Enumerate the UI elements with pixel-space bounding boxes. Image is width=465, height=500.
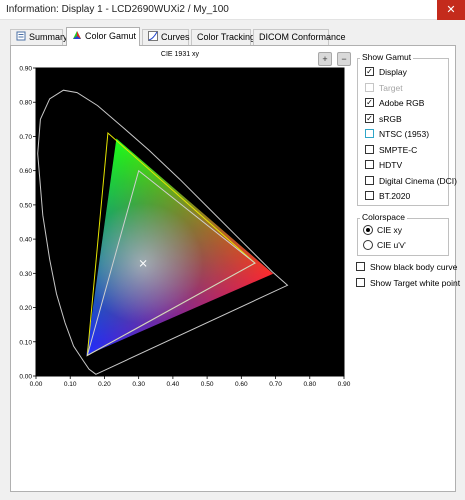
checkbox-unchecked-icon xyxy=(365,160,374,169)
radio-unselected-icon xyxy=(363,240,373,250)
checkbox-checked-icon: ✓ xyxy=(365,98,374,107)
checkbox-unchecked-icon xyxy=(365,129,374,138)
checkbox-label: Show Target white point xyxy=(370,278,461,288)
show-gamut-title: Show Gamut xyxy=(360,52,414,62)
checkbox-label: SMPTE-C xyxy=(379,144,418,155)
tab-label: Curves xyxy=(161,32,190,42)
tab-label: Color Tracking xyxy=(197,32,256,42)
checkbox-unchecked-icon xyxy=(365,82,374,92)
close-icon: ✕ xyxy=(446,4,456,16)
zoom-in-icon: + xyxy=(322,54,328,64)
checkbox-label: sRGB xyxy=(379,113,402,124)
radio-label: CIE xy xyxy=(377,225,403,235)
checkbox-label: NTSC (1953) xyxy=(379,129,430,139)
zoom-in-button[interactable]: + xyxy=(318,52,332,66)
checkbox-unchecked-icon xyxy=(356,278,365,287)
checkbox-unchecked-icon xyxy=(356,262,365,271)
checkbox-unchecked-icon xyxy=(365,191,374,200)
tab-label: DICOM Conformance xyxy=(259,32,346,42)
summary-icon xyxy=(16,31,26,41)
checkbox-unchecked-icon xyxy=(365,144,374,154)
checkbox-label: HDTV xyxy=(379,160,403,170)
checkbox-label: Show black body curve xyxy=(370,262,458,272)
tab-label: Summary xyxy=(29,32,68,42)
tab-summary[interactable]: Summary xyxy=(10,29,68,45)
window-title: Information: Display 1 - LCD2690WUXi2 / … xyxy=(6,4,229,15)
checkbox-label: Target xyxy=(379,82,403,93)
checkbox-label: Display xyxy=(379,67,407,77)
radio-label: CIE u'v' xyxy=(377,240,406,250)
title-bar: Information: Display 1 - LCD2690WUXi2 / … xyxy=(0,0,465,20)
zoom-out-icon: − xyxy=(341,54,347,64)
colorspace-title: Colorspace xyxy=(360,212,407,222)
tab-curves[interactable]: Curves xyxy=(142,29,190,45)
radio-selected-icon xyxy=(363,225,373,235)
checkbox-label: BT.2020 xyxy=(379,191,411,201)
curves-icon xyxy=(148,31,158,41)
chart-title: CIE 1931 xy xyxy=(160,51,200,58)
tab-color-tracking[interactable]: Color Tracking xyxy=(191,29,255,45)
checkbox-label: Adobe RGB xyxy=(379,98,425,108)
checkbox-unchecked-icon xyxy=(365,175,374,185)
zoom-out-button[interactable]: − xyxy=(337,52,351,66)
checkbox-checked-icon: ✓ xyxy=(365,113,374,123)
color-gamut-icon xyxy=(72,29,82,39)
tab-color-gamut[interactable]: Color Gamut xyxy=(66,27,140,46)
close-button[interactable]: ✕ xyxy=(437,0,465,20)
tab-dicom-conformance[interactable]: DICOM Conformance xyxy=(253,29,346,45)
tab-label: Color Gamut xyxy=(85,31,137,41)
checkbox-checked-icon: ✓ xyxy=(365,67,374,76)
checkbox-label: Digital Cinema (DCI) xyxy=(379,175,457,186)
